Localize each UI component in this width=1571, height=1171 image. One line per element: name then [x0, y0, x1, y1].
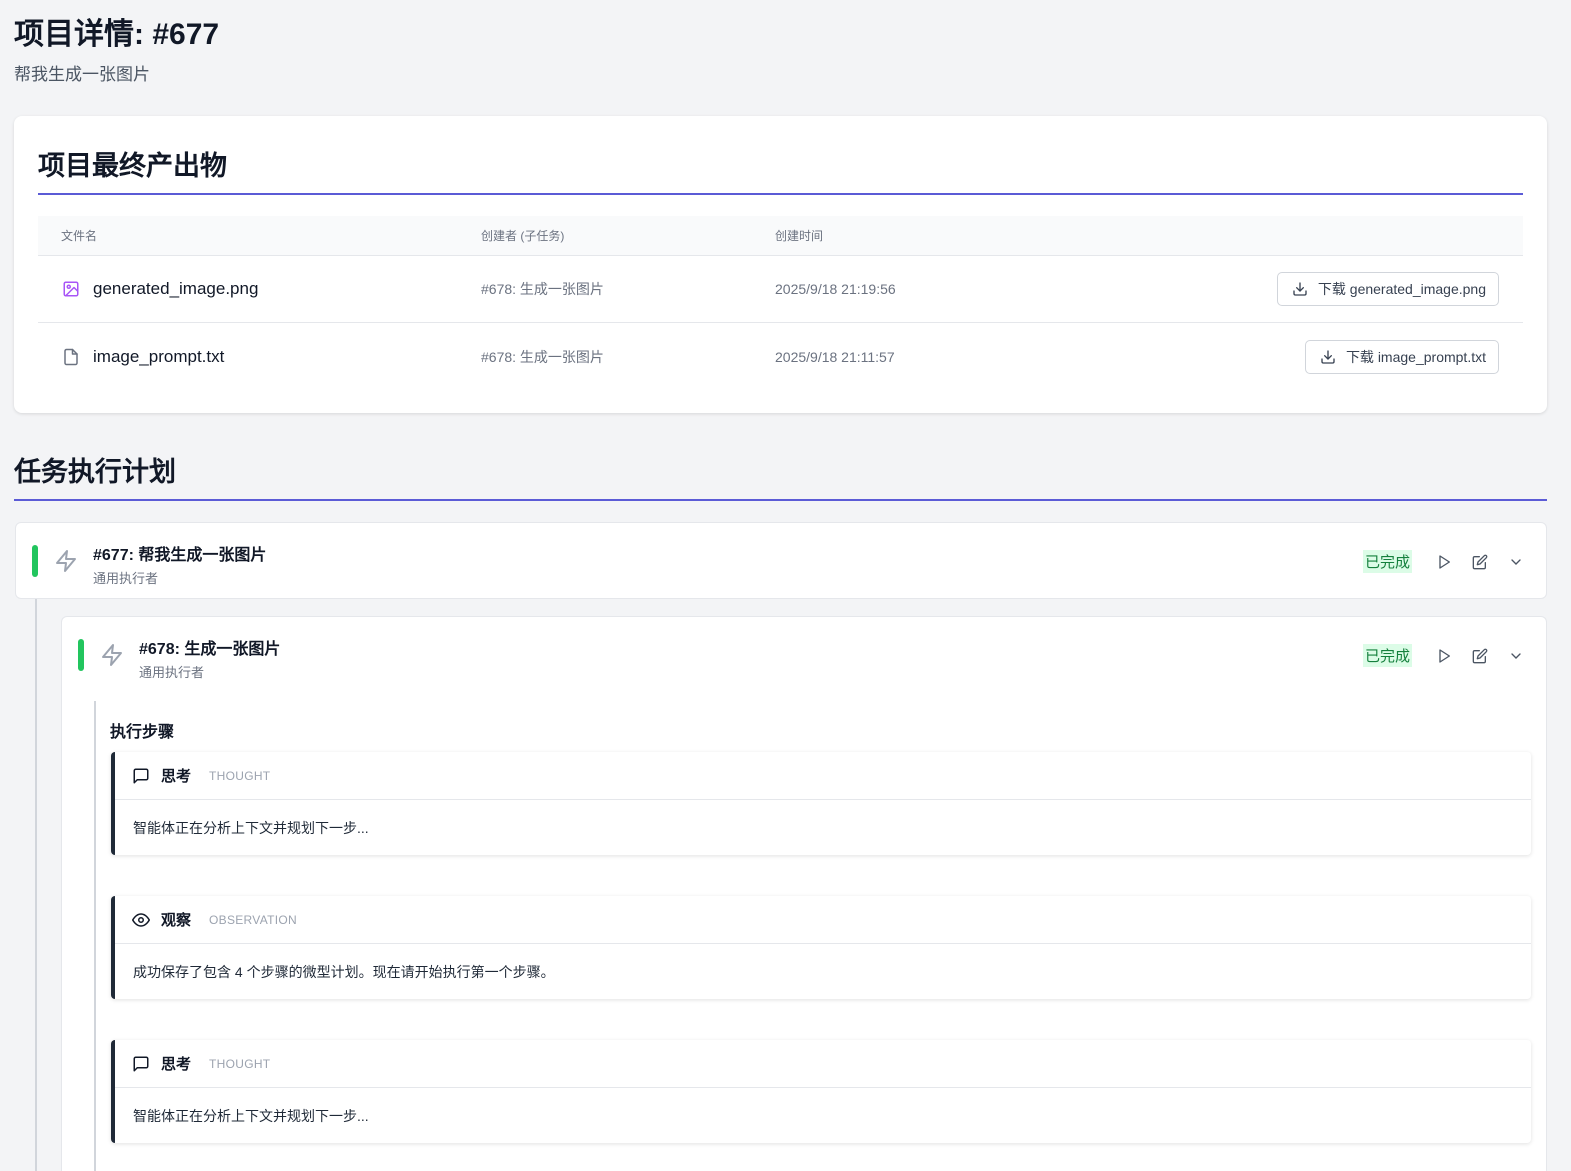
step-type: THOUGHT — [209, 768, 271, 783]
steps-connector — [94, 701, 96, 1171]
lightning-icon — [100, 643, 124, 667]
download-button[interactable]: 下载 image_prompt.txt — [1304, 339, 1499, 374]
download-icon — [1290, 279, 1310, 299]
step-type: THOUGHT — [209, 1056, 271, 1071]
file-creator: #678: 生成一张图片 — [481, 348, 604, 365]
page-header: 项目详情: #677 帮我生成一张图片 — [14, 16, 219, 85]
step-type: OBSERVATION — [209, 912, 298, 927]
edit-icon[interactable] — [1470, 552, 1490, 572]
file-cell: generated_image.png — [61, 279, 258, 299]
status-badge: 已完成 — [1362, 644, 1412, 667]
step-header: 思考 THOUGHT — [115, 752, 1531, 800]
message-icon — [131, 1054, 151, 1074]
status-indicator — [78, 639, 84, 671]
task-executor: 通用执行者 — [93, 571, 159, 586]
status-badge: 已完成 — [1362, 550, 1412, 573]
table-row: image_prompt.txt #678: 生成一张图片 2025/9/18 … — [38, 323, 1523, 390]
step-content: 成功保存了包含 4 个步骤的微型计划。现在请开始执行第一个步骤。 — [133, 963, 555, 980]
steps-title: 执行步骤 — [110, 724, 175, 741]
column-header-time: 创建时间 — [775, 229, 824, 243]
file-created-time: 2025/9/18 21:11:57 — [775, 348, 895, 365]
chevron-down-icon[interactable] — [1506, 646, 1526, 666]
step-label: 思考 — [161, 768, 192, 785]
step-content: 智能体正在分析上下文并规划下一步... — [133, 819, 369, 836]
table-header: 文件名 创建者 (子任务) 创建时间 — [38, 216, 1523, 256]
artifacts-card: 项目最终产出物 文件名 创建者 (子任务) 创建时间 generated_ima… — [14, 116, 1547, 413]
message-icon — [131, 766, 151, 786]
download-label: 下载 image_prompt.txt — [1345, 348, 1486, 365]
file-creator: #678: 生成一张图片 — [481, 281, 604, 297]
task-actions: 已完成 — [1362, 644, 1526, 667]
file-name: image_prompt.txt — [93, 346, 225, 366]
file-cell: image_prompt.txt — [61, 347, 224, 367]
plan-title: 任务执行计划 — [14, 450, 1547, 501]
step-card: 观察 OBSERVATION 成功保存了包含 4 个步骤的微型计划。现在请开始执… — [111, 896, 1531, 999]
page-title: 项目详情: #677 — [14, 18, 220, 51]
download-label: 下载 generated_image.png — [1317, 281, 1486, 297]
task-text: #677: 帮我生成一张图片 通用执行者 — [93, 541, 266, 587]
task-title: #677: 帮我生成一张图片 — [93, 547, 267, 564]
step-label: 观察 — [161, 912, 192, 929]
play-icon[interactable] — [1434, 552, 1454, 572]
play-icon[interactable] — [1434, 646, 1454, 666]
task-title: #678: 生成一张图片 — [139, 641, 281, 658]
edit-icon[interactable] — [1470, 646, 1490, 666]
task-text: #678: 生成一张图片 通用执行者 — [139, 635, 280, 681]
chevron-down-icon[interactable] — [1506, 552, 1526, 572]
file-created-time: 2025/9/18 21:19:56 — [775, 281, 896, 297]
task-card[interactable]: #677: 帮我生成一张图片 通用执行者 已完成 — [15, 522, 1547, 599]
page-subtitle: 帮我生成一张图片 — [14, 65, 150, 84]
step-content: 智能体正在分析上下文并规划下一步... — [133, 1107, 369, 1124]
file-name: generated_image.png — [93, 279, 259, 298]
step-card: 思考 THOUGHT 智能体正在分析上下文并规划下一步... — [111, 1040, 1531, 1143]
subtask-card: #678: 生成一张图片 通用执行者 已完成 执行步骤 思考 THOUGHT 智… — [61, 616, 1547, 1171]
table-row: generated_image.png #678: 生成一张图片 2025/9/… — [38, 256, 1523, 323]
image-file-icon — [61, 279, 81, 299]
step-header: 思考 THOUGHT — [115, 1040, 1531, 1088]
task-actions: 已完成 — [1362, 550, 1526, 573]
eye-icon — [131, 910, 151, 930]
status-indicator — [32, 545, 38, 577]
artifacts-title: 项目最终产出物 — [38, 144, 1523, 195]
download-button[interactable]: 下载 generated_image.png — [1276, 272, 1499, 306]
text-file-icon — [61, 347, 81, 367]
step-header: 观察 OBSERVATION — [115, 896, 1531, 944]
column-header-name: 文件名 — [61, 229, 98, 243]
task-executor: 通用执行者 — [139, 665, 205, 680]
download-icon — [1318, 347, 1338, 367]
artifacts-table: 文件名 创建者 (子任务) 创建时间 generated_image.png #… — [38, 216, 1523, 390]
step-card: 思考 THOUGHT 智能体正在分析上下文并规划下一步... — [111, 752, 1531, 855]
tree-connector — [35, 599, 37, 1171]
column-header-creator: 创建者 (子任务) — [481, 229, 565, 243]
step-label: 思考 — [161, 1056, 192, 1073]
lightning-icon — [54, 549, 78, 573]
